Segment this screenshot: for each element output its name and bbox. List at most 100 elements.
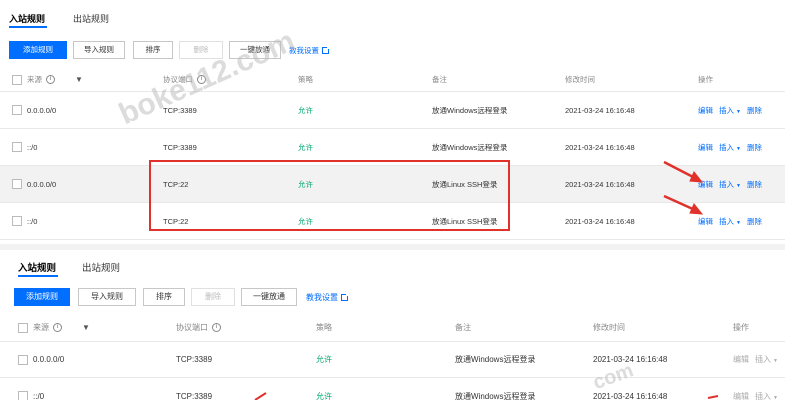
cell-source: ::/0 [27, 216, 38, 226]
add-rule-button[interactable]: 添加规则 [14, 288, 70, 306]
insert-dropdown[interactable]: 插入 ▼ [755, 354, 778, 365]
row-checkbox[interactable] [12, 216, 22, 226]
insert-label: 插入 [719, 216, 734, 226]
filter-icon[interactable]: ▼ [82, 323, 90, 332]
tab-outbound[interactable]: 出站规则 [82, 260, 120, 274]
cell-port: TCP:22 [163, 216, 189, 226]
cell-source: ::/0 [33, 391, 45, 400]
header-port-label: 协议端口 [176, 323, 208, 332]
select-all-checkbox[interactable] [12, 74, 22, 85]
delete-link[interactable]: 删除 [747, 179, 762, 190]
help-link-label: 教我设置 [306, 293, 338, 302]
row-actions: 编辑 插入 ▼ [733, 342, 784, 377]
cell-remark: 放通Windows远程登录 [455, 355, 536, 364]
cell-remark: 放通Windows远程登录 [432, 105, 508, 115]
info-icon[interactable]: i [197, 75, 206, 84]
header-remark: 备注 [432, 75, 447, 84]
row-checkbox[interactable] [18, 354, 28, 365]
edit-link[interactable]: 编辑 [733, 354, 749, 365]
header-source-label: 来源 [27, 75, 42, 84]
header-source: 来源 i [12, 68, 55, 91]
import-rule-button[interactable]: 导入规则 [78, 288, 136, 306]
delete-link[interactable]: 删除 [747, 216, 762, 227]
caret-down-icon: ▼ [736, 219, 741, 226]
insert-dropdown[interactable]: 插入 ▼ [755, 391, 778, 400]
info-icon[interactable]: i [46, 75, 55, 84]
tab-inbound[interactable]: 入站规则 [18, 260, 56, 274]
cell-policy: 允许 [298, 142, 313, 152]
cell-port: TCP:3389 [163, 105, 197, 115]
help-link[interactable]: 教我设置 [289, 45, 330, 56]
tab-outbound[interactable]: 出站规则 [73, 12, 109, 25]
rule-tabs: 入站规则 出站规则 [0, 0, 785, 30]
table-row: 0.0.0.0/0 TCP:22 允许 放通Linux SSH登录 2021-0… [0, 166, 785, 203]
active-tab-indicator [18, 275, 58, 277]
insert-dropdown[interactable]: 插入 ▼ [719, 216, 741, 227]
header-modified: 修改时间 [565, 75, 595, 84]
header-remark: 备注 [455, 323, 471, 332]
table-header: 来源 i ▼ 协议端口 i 策略 备注 修改时间 操作 [0, 314, 785, 342]
insert-dropdown[interactable]: 插入 ▼ [719, 142, 741, 153]
header-actions: 操作 [698, 75, 713, 84]
cell-remark: 放通Windows远程登录 [432, 142, 508, 152]
delete-button[interactable]: 删除 [191, 288, 235, 306]
caret-down-icon: ▼ [773, 358, 778, 364]
cell-source: 0.0.0.0/0 [33, 355, 65, 364]
header-modified: 修改时间 [593, 323, 625, 332]
delete-button[interactable]: 删除 [179, 41, 223, 59]
table-row: 0.0.0.0/0 TCP:3389 允许 放通Windows远程登录 2021… [0, 342, 785, 378]
insert-dropdown[interactable]: 插入 ▼ [719, 179, 741, 190]
cell-modified: 2021-03-24 16:16:48 [565, 179, 635, 189]
row-checkbox[interactable] [12, 142, 22, 152]
header-policy: 策略 [298, 75, 313, 84]
row-checkbox[interactable] [18, 391, 28, 400]
filter-icon[interactable]: ▼ [75, 75, 83, 84]
delete-link[interactable]: 删除 [747, 105, 762, 116]
import-rule-button[interactable]: 导入规则 [73, 41, 125, 59]
active-tab-indicator [9, 26, 47, 28]
edit-link[interactable]: 编辑 [733, 391, 749, 400]
cell-source: 0.0.0.0/0 [27, 105, 57, 115]
allow-all-button[interactable]: 一键放通 [241, 288, 297, 306]
row-actions: 编辑 插入 ▼ 删除 [698, 203, 768, 239]
edit-link[interactable]: 编辑 [698, 216, 713, 227]
caret-down-icon: ▼ [736, 145, 741, 152]
info-icon[interactable]: i [212, 323, 221, 332]
header-port: 协议端口 i [176, 314, 221, 341]
cell-modified: 2021-03-24 16:16:48 [593, 355, 668, 364]
external-link-icon [341, 293, 349, 301]
cell-port: TCP:22 [163, 179, 189, 189]
edit-link[interactable]: 编辑 [698, 142, 713, 153]
help-link[interactable]: 教我设置 [306, 292, 349, 303]
cell-remark: 放通Linux SSH登录 [432, 179, 498, 189]
sort-button[interactable]: 排序 [143, 288, 185, 306]
allow-all-button[interactable]: 一键放通 [229, 41, 281, 59]
row-checkbox[interactable] [12, 179, 22, 189]
insert-label: 插入 [719, 105, 734, 115]
edit-link[interactable]: 编辑 [698, 179, 713, 190]
row-actions: 编辑 插入 ▼ [733, 378, 784, 400]
header-actions: 操作 [733, 323, 749, 332]
table-row: 0.0.0.0/0 TCP:3389 允许 放通Windows远程登录 2021… [0, 92, 785, 129]
info-icon[interactable]: i [53, 323, 62, 332]
add-rule-button[interactable]: 添加规则 [9, 41, 67, 59]
insert-dropdown[interactable]: 插入 ▼ [719, 105, 741, 116]
delete-link[interactable]: 删除 [747, 142, 762, 153]
cell-modified: 2021-03-24 16:16:48 [565, 216, 635, 226]
table-row: ::/0 TCP:22 允许 放通Linux SSH登录 2021-03-24 … [0, 203, 785, 240]
rule-toolbar: 添加规则 导入规则 排序 删除 一键放通 教我设置 [0, 41, 785, 61]
sort-button[interactable]: 排序 [133, 41, 173, 59]
cell-source: ::/0 [27, 142, 38, 152]
row-actions: 编辑 插入 ▼ 删除 [698, 129, 768, 165]
table-row: ::/0 TCP:3389 允许 放通Windows远程登录 2021-03-2… [0, 129, 785, 166]
security-group-panel-top: 入站规则 出站规则 添加规则 导入规则 排序 删除 一键放通 教我设置 来源 i… [0, 0, 785, 244]
select-all-checkbox[interactable] [18, 322, 28, 333]
help-link-label: 教我设置 [289, 46, 319, 55]
caret-down-icon: ▼ [736, 182, 741, 189]
row-checkbox[interactable] [12, 105, 22, 115]
tab-inbound[interactable]: 入站规则 [9, 12, 45, 25]
edit-link[interactable]: 编辑 [698, 105, 713, 116]
cell-modified: 2021-03-24 16:16:48 [565, 142, 635, 152]
cell-remark: 放通Linux SSH登录 [432, 216, 498, 226]
cell-policy: 允许 [316, 391, 332, 400]
